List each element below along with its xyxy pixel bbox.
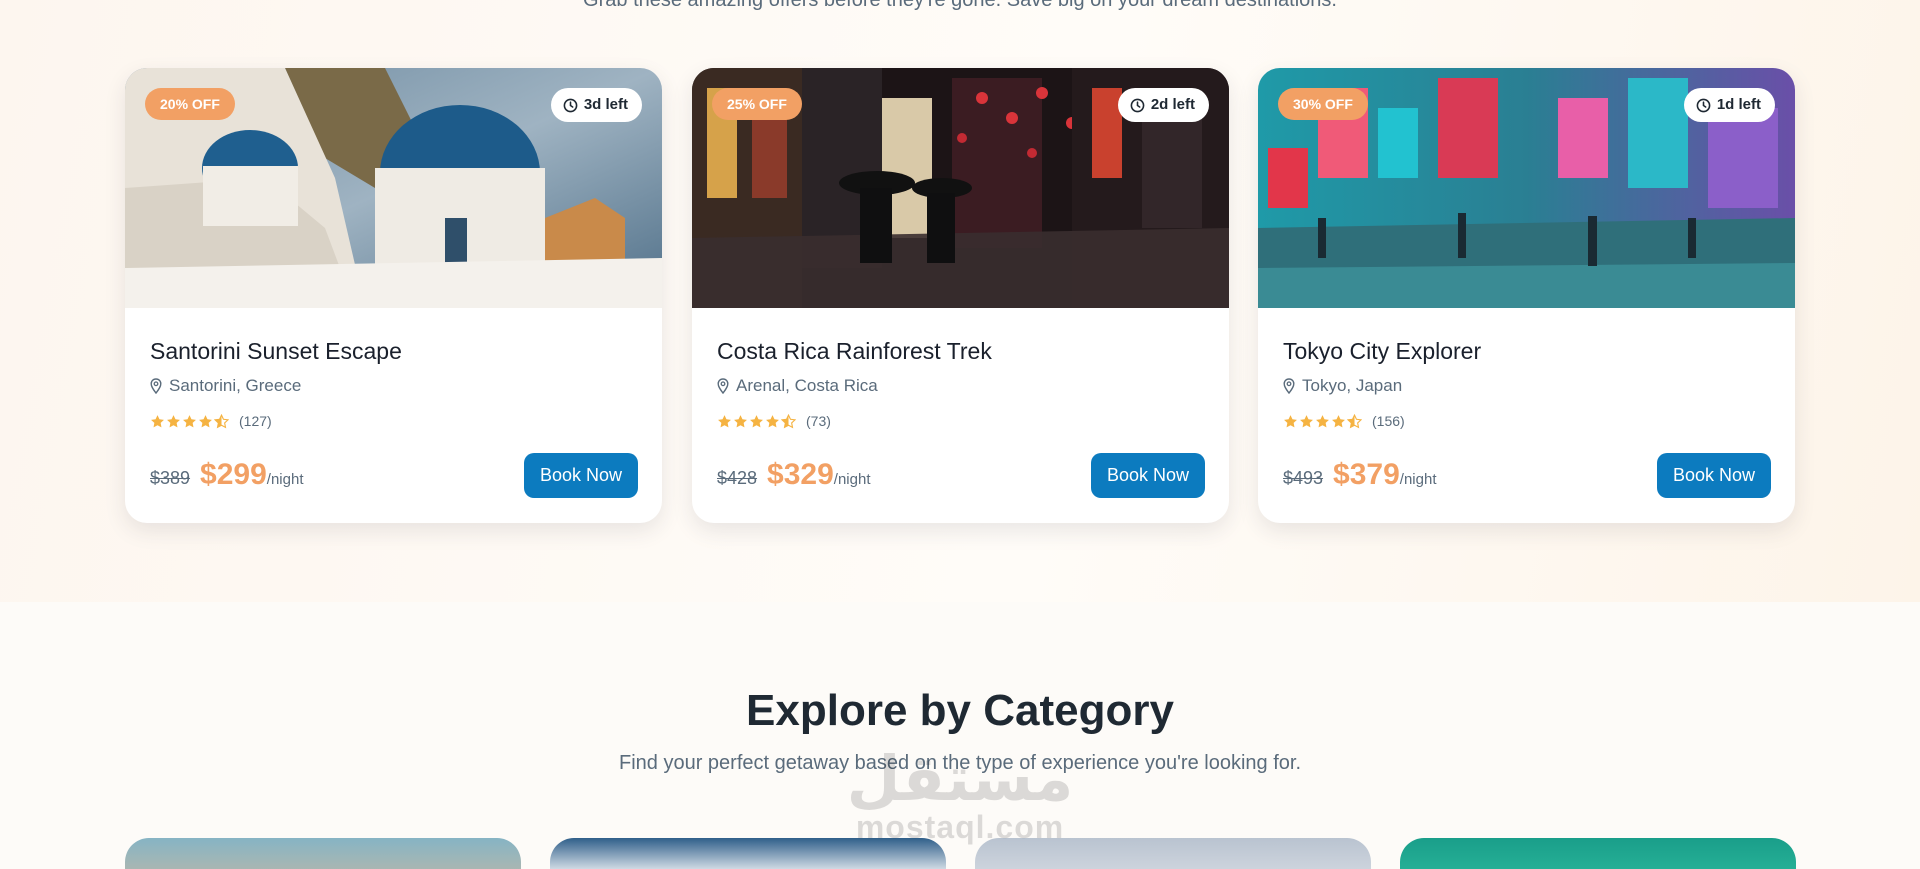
star-icon (151, 414, 164, 427)
discount-badge: 20% OFF (145, 88, 235, 120)
deal-title: Costa Rica Rainforest Trek (717, 338, 992, 364)
star-icon (750, 414, 763, 427)
time-left-badge: 3d left (550, 88, 642, 122)
deal-location-label: Santorini, Greece (169, 376, 302, 395)
star-icon (766, 414, 779, 427)
star-icon (183, 414, 196, 427)
star-icon (1284, 414, 1297, 427)
category-section-subtitle: Find your perfect getaway based on the t… (618, 752, 1301, 774)
star-half-icon (214, 413, 229, 428)
deal-location-label: Tokyo, Japan (1302, 376, 1403, 395)
deal-rating: (73) (717, 413, 831, 429)
deals-section: Grab these amazing offers before they're… (0, 0, 1920, 602)
new-price: $379 (1333, 458, 1400, 491)
rating-count: (127) (239, 413, 272, 429)
deal-rating: (127) (150, 413, 272, 429)
book-now-button[interactable]: Book Now (1091, 453, 1205, 498)
star-icon (167, 414, 180, 427)
category-card-3[interactable] (975, 838, 1371, 869)
price-unit: /night (833, 471, 871, 488)
map-pin-icon (717, 378, 729, 394)
clock-icon (563, 98, 578, 112)
deal-card-santorini[interactable]: 20% OFF 3d left Santorini Sunset Escape … (125, 68, 662, 523)
rating-count: (156) (1372, 413, 1405, 429)
time-left-label: 3d left (583, 96, 628, 113)
deal-title: Tokyo City Explorer (1283, 338, 1482, 364)
deal-location: Santorini, Greece (150, 376, 301, 396)
category-section-title: Explore by Category (746, 686, 1174, 735)
map-pin-icon (1283, 378, 1295, 394)
map-pin-icon (150, 378, 162, 394)
time-left-badge: 2d left (1117, 88, 1209, 122)
deal-location: Arenal, Costa Rica (717, 376, 878, 396)
deal-location-label: Arenal, Costa Rica (736, 376, 878, 395)
category-card-2[interactable] (550, 838, 946, 869)
star-icon (718, 414, 731, 427)
category-card-4[interactable] (1400, 838, 1796, 869)
old-price: $428 (717, 468, 758, 488)
deal-image-tokyo: 30% OFF 1d left (1258, 68, 1795, 308)
time-left-label: 2d left (1150, 96, 1195, 113)
clock-icon (1696, 98, 1711, 112)
star-rating (717, 413, 796, 429)
star-icon (199, 414, 212, 427)
new-price: $329 (767, 458, 834, 491)
deal-price: $428 $329 /night (717, 458, 871, 492)
star-half-icon (1347, 413, 1362, 428)
rating-count: (73) (806, 413, 831, 429)
discount-badge: 25% OFF (712, 88, 802, 120)
deal-card-tokyo[interactable]: 30% OFF 1d left Tokyo City Explorer Toky… (1258, 68, 1795, 523)
price-unit: /night (1399, 471, 1437, 488)
star-icon (1316, 414, 1329, 427)
time-left-badge: 1d left (1683, 88, 1775, 122)
old-price: $493 (1283, 468, 1324, 488)
deal-price: $389 $299 /night (150, 458, 304, 492)
star-rating (1283, 413, 1362, 429)
deal-location: Tokyo, Japan (1283, 376, 1402, 396)
book-now-button[interactable]: Book Now (1657, 453, 1771, 498)
deal-card-costa-rica[interactable]: 25% OFF 2d left Costa Rica Rainforest Tr… (692, 68, 1229, 523)
deals-subtitle: Grab these amazing offers before they're… (583, 0, 1337, 11)
discount-badge: 30% OFF (1278, 88, 1368, 120)
deal-image-santorini: 20% OFF 3d left (125, 68, 662, 308)
new-price: $299 (200, 458, 267, 491)
star-half-icon (781, 413, 796, 428)
book-now-button[interactable]: Book Now (524, 453, 638, 498)
star-icon (734, 414, 747, 427)
deal-image-costa-rica: 25% OFF 2d left (692, 68, 1229, 308)
time-left-label: 1d left (1716, 96, 1761, 113)
star-icon (1332, 414, 1345, 427)
deal-rating: (156) (1283, 413, 1405, 429)
old-price: $389 (150, 468, 191, 488)
price-unit: /night (266, 471, 304, 488)
category-card-1[interactable] (125, 838, 521, 869)
star-rating (150, 413, 229, 429)
deal-price: $493 $379 /night (1283, 458, 1437, 492)
star-icon (1300, 414, 1313, 427)
clock-icon (1130, 98, 1145, 112)
deal-title: Santorini Sunset Escape (150, 338, 402, 364)
